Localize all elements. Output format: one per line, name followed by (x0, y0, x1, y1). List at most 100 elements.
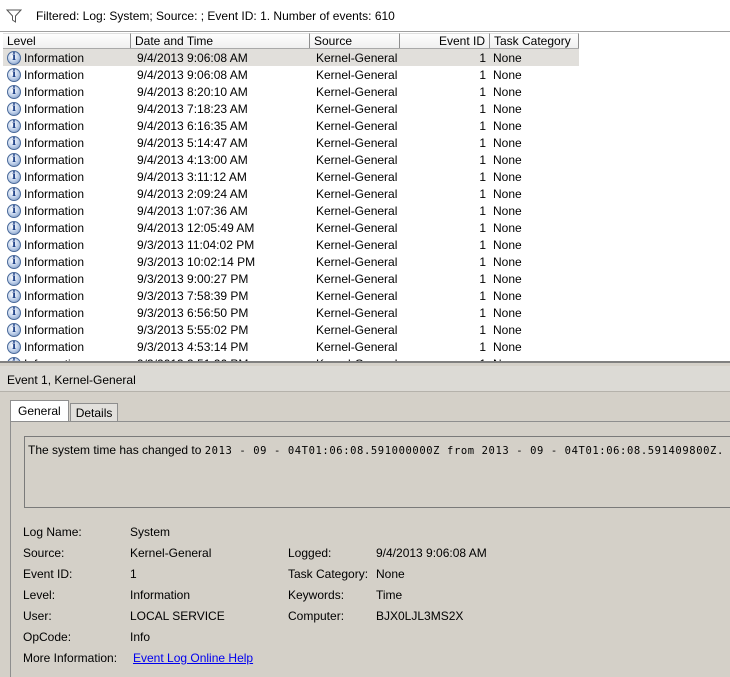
table-row[interactable]: i Information 9/4/2013 5:14:47 AM Kernel-Ge… (3, 134, 730, 151)
table-row[interactable]: i Information 9/3/2013 5:55:02 PM Kernel-Ge… (3, 321, 730, 338)
row-event-id-cell: 1 (479, 322, 486, 337)
row-level-text: Information (24, 220, 85, 235)
row-event-id-cell: 1 (479, 339, 486, 354)
row-event-id-cell: 1 (479, 152, 486, 167)
row-source-cell: Kernel-General (316, 339, 398, 354)
row-task-category-cell: None (493, 305, 522, 320)
row-level-cell: iInformation (3, 339, 134, 354)
row-level-text: Information (24, 67, 85, 82)
information-icon: i (7, 339, 21, 354)
table-row[interactable]: i Information 9/3/2013 6:56:50 PM Kernel-Ge… (3, 304, 730, 321)
row-level-text: Information (24, 288, 85, 303)
row-level-text: Information (24, 118, 85, 133)
label-more-information: More Information: (23, 651, 118, 665)
column-header-date-time[interactable]: Date and Time (131, 33, 310, 48)
value-opcode: Info (130, 630, 151, 644)
row-source-cell: Kernel-General (316, 288, 398, 303)
tab-general[interactable]: General (10, 400, 69, 422)
label-user: User: (23, 609, 52, 623)
row-source-cell: Kernel-General (316, 67, 398, 82)
filter-summary: Filtered: Log: System; Source: ; Event I… (36, 8, 395, 23)
table-row[interactable]: iInformation9/3/2013 3:51:26 PMKernel-Ge… (3, 355, 730, 362)
table-row[interactable]: i Information 9/4/2013 9:06:08 AM Kernel-Ge… (3, 66, 730, 83)
table-row[interactable]: i Information 9/4/2013 6:16:35 AM Kernel-Ge… (3, 117, 730, 134)
row-task-category-cell: None (490, 357, 579, 362)
row-level-text: Information (24, 322, 85, 337)
table-row[interactable]: i Information 9/3/2013 7:58:39 PM Kernel-Ge… (3, 287, 730, 304)
column-header-source[interactable]: Source (310, 33, 400, 48)
row-task-category-cell: None (493, 67, 522, 82)
table-row[interactable]: i Information 9/3/2013 10:02:14 PM Kernel-G… (3, 253, 730, 270)
label-opcode: OpCode: (23, 630, 72, 644)
label-task-category: Task Category: (288, 567, 369, 581)
row-event-id-cell: 1 (479, 118, 486, 133)
row-level-cell: iInformation (3, 237, 134, 252)
event-detail-title: Event 1, Kernel-General (0, 366, 730, 392)
row-task-category-cell: None (493, 84, 522, 99)
tab-details[interactable]: Details (69, 403, 119, 422)
column-header-task-category[interactable]: Task Category (490, 33, 579, 48)
value-event-id: 1 (130, 567, 137, 581)
table-row[interactable]: i Information 9/4/2013 2:09:24 AM Kernel-Ge… (3, 185, 730, 202)
table-row[interactable]: i Information 9/4/2013 12:05:49 AM Kernel-G… (3, 219, 730, 236)
row-date-cell: 9/4/2013 6:16:35 AM (137, 118, 248, 133)
event-message-box[interactable]: The system time has changed to 2013 - 09… (24, 436, 730, 508)
row-event-id-cell: 1 (479, 203, 486, 218)
table-row[interactable]: i Information 9/3/2013 9:00:27 PM Kernel-Ge… (3, 270, 730, 287)
row-event-id-cell: 1 (479, 50, 486, 65)
row-event-id-cell: 1 (479, 135, 486, 150)
row-task-category-cell: None (493, 169, 522, 184)
event-log-online-help-link[interactable]: Event Log Online Help (133, 651, 253, 665)
row-date-cell: 9/4/2013 8:20:10 AM (137, 84, 248, 99)
row-date-cell: 9/3/2013 7:58:39 PM (137, 288, 249, 303)
row-date-cell: 9/3/2013 4:53:14 PM (137, 339, 249, 354)
information-icon: i (7, 220, 21, 235)
row-event-id-cell: 1 (479, 220, 486, 235)
row-event-id-cell: 1 (479, 101, 486, 116)
row-task-category-cell: None (493, 339, 522, 354)
row-level-text: Information (24, 152, 85, 167)
table-row[interactable]: i Information 9/4/2013 8:20:10 AM Kernel-Ge… (3, 83, 730, 100)
table-row[interactable]: i Information 9/4/2013 9:06:08 AM Kernel-Ge… (3, 49, 579, 66)
table-row[interactable]: i Information 9/4/2013 3:11:12 AM Kernel-Ge… (3, 168, 730, 185)
event-properties: Log Name: System Source: Kernel-General … (23, 522, 723, 672)
row-event-id-cell: 1 (479, 271, 486, 286)
event-message-prefix: The system time has changed to (28, 443, 202, 457)
table-row[interactable]: i Information 9/4/2013 7:18:23 AM Kernel-Ge… (3, 100, 730, 117)
value-keywords: Time (376, 588, 403, 602)
row-source-cell: Kernel-General (316, 84, 398, 99)
row-level-cell: iInformation (3, 305, 134, 320)
table-row[interactable]: i Information 9/3/2013 4:53:14 PM Kernel-Ge… (3, 338, 730, 355)
row-level-text: Information (24, 254, 85, 269)
value-level: Information (130, 588, 191, 602)
table-row[interactable]: i Information 9/4/2013 1:07:36 AM Kernel-Ge… (3, 202, 730, 219)
information-icon: i (7, 152, 21, 167)
row-event-id-cell: 1 (479, 84, 486, 99)
row-level-cell: iInformation (3, 186, 134, 201)
value-task-category: None (376, 567, 405, 581)
row-source-cell: Kernel-General (316, 254, 398, 269)
table-row[interactable]: i Information 9/3/2013 11:04:02 PM Kernel-G… (3, 236, 730, 253)
label-source: Source: (23, 546, 65, 560)
row-source-cell: Kernel-General (316, 237, 398, 252)
row-date-cell: 9/4/2013 7:18:23 AM (137, 101, 248, 116)
label-keywords: Keywords: (288, 588, 345, 602)
row-level-text: Information (24, 339, 85, 354)
column-header-level[interactable]: Level (3, 33, 131, 48)
row-level-cell: iInformation (3, 169, 134, 184)
value-computer: BJX0LJL3MS2X (376, 609, 464, 623)
information-icon: i (7, 288, 21, 303)
row-source-cell: Kernel-General (316, 169, 398, 184)
table-row[interactable]: i Information 9/4/2013 4:13:00 AM Kernel-Ge… (3, 151, 730, 168)
row-source-cell: Kernel-General (316, 186, 398, 201)
column-header-event-id[interactable]: Event ID (400, 33, 490, 48)
row-date-cell: 9/3/2013 10:02:14 PM (137, 254, 256, 269)
row-date-cell: 9/3/2013 3:51:26 PM (134, 357, 313, 362)
row-source-cell: Kernel-General (316, 50, 398, 65)
event-list[interactable]: Level Date and Time Source Event ID Task… (0, 32, 730, 363)
information-icon: i (7, 271, 21, 286)
label-level: Level: (23, 588, 56, 602)
row-event-id-cell: 1 (479, 305, 486, 320)
row-task-category-cell: None (493, 203, 522, 218)
row-level-cell: iInformation (3, 254, 134, 269)
